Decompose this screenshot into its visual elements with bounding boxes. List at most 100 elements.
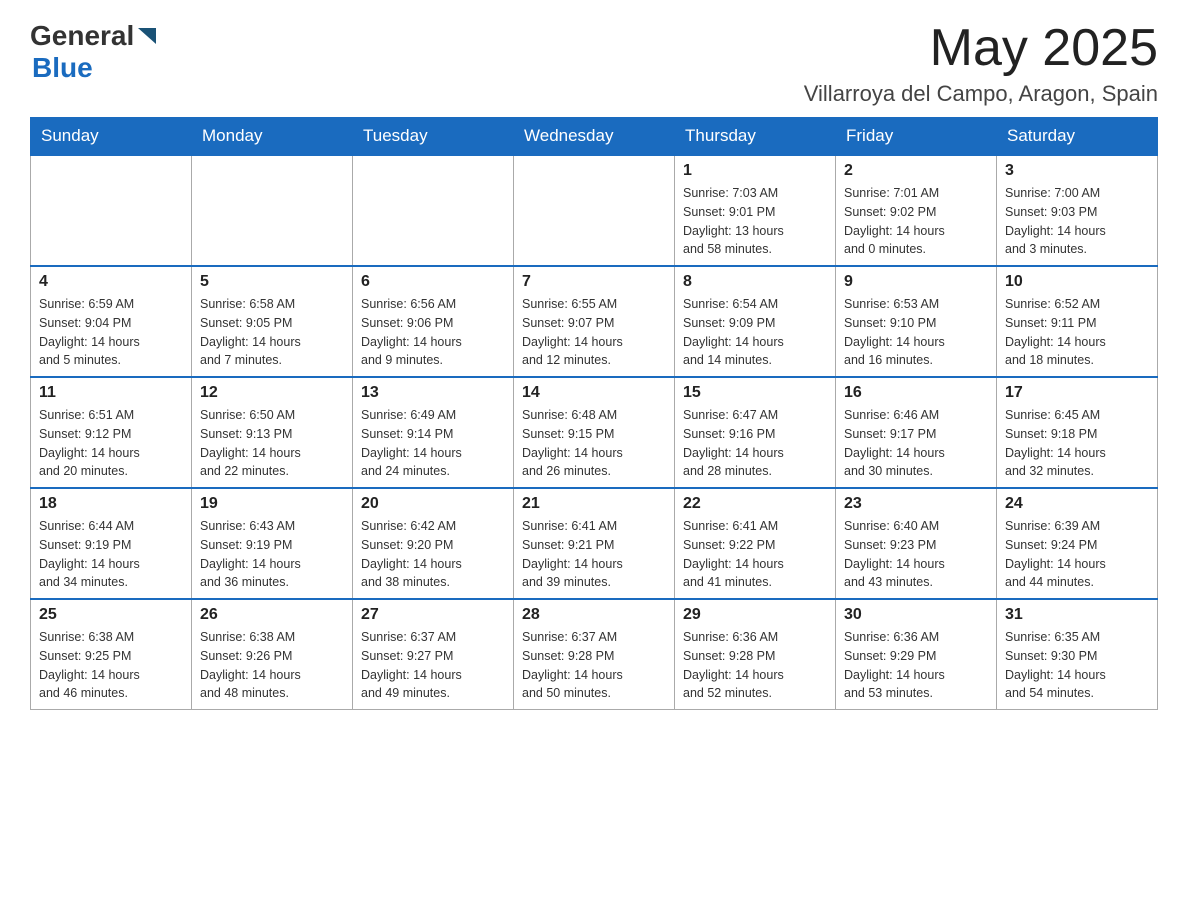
calendar-cell-w2-d4: 8Sunrise: 6:54 AM Sunset: 9:09 PM Daylig… xyxy=(675,266,836,377)
calendar-cell-w1-d6: 3Sunrise: 7:00 AM Sunset: 9:03 PM Daylig… xyxy=(997,155,1158,266)
day-number: 5 xyxy=(200,273,344,291)
day-number: 20 xyxy=(361,495,505,513)
day-info: Sunrise: 6:41 AM Sunset: 9:22 PM Dayligh… xyxy=(683,517,827,592)
day-info: Sunrise: 6:35 AM Sunset: 9:30 PM Dayligh… xyxy=(1005,628,1149,703)
calendar-cell-w5-d0: 25 Sunrise: 6:38 AM Sunset: 9:25 PM Dayli… xyxy=(31,599,192,710)
calendar-week-row-4: 18 Sunrise: 6:44 AM Sunset: 9:19 PM Dayli… xyxy=(31,488,1158,599)
calendar-week-row-3: 11 Sunrise: 6:51 AM Sunset: 9:12 PM Dayli… xyxy=(31,377,1158,488)
month-year-title: May 2025 xyxy=(804,20,1158,77)
calendar-cell-w2-d2: 6 Sunrise: 6:56 AM Sunset: 9:06 PM Daylig… xyxy=(353,266,514,377)
calendar-cell-w2-d1: 5 Sunrise: 6:58 AM Sunset: 9:05 PM Daylig… xyxy=(192,266,353,377)
day-number: 17 xyxy=(1005,384,1149,402)
calendar-cell-w1-d1 xyxy=(192,155,353,266)
day-number: 14 xyxy=(522,384,666,402)
day-number: 16 xyxy=(844,384,988,402)
day-number: 7 xyxy=(522,273,666,291)
calendar-cell-w1-d5: 2Sunrise: 7:01 AM Sunset: 9:02 PM Daylig… xyxy=(836,155,997,266)
day-info: Sunrise: 6:36 AM Sunset: 9:29 PM Dayligh… xyxy=(844,628,988,703)
calendar-table: Sunday Monday Tuesday Wednesday Thursday… xyxy=(30,117,1158,710)
calendar-week-row-2: 4 Sunrise: 6:59 AM Sunset: 9:04 PM Daylig… xyxy=(31,266,1158,377)
calendar-cell-w2-d3: 7 Sunrise: 6:55 AM Sunset: 9:07 PM Daylig… xyxy=(514,266,675,377)
calendar-cell-w3-d6: 17 Sunrise: 6:45 AM Sunset: 9:18 PM Dayli… xyxy=(997,377,1158,488)
calendar-header-row: Sunday Monday Tuesday Wednesday Thursday… xyxy=(31,118,1158,156)
calendar-cell-w2-d6: 10 Sunrise: 6:52 AM Sunset: 9:11 PM Dayli… xyxy=(997,266,1158,377)
calendar-cell-w3-d3: 14 Sunrise: 6:48 AM Sunset: 9:15 PM Dayli… xyxy=(514,377,675,488)
calendar-cell-w5-d4: 29 Sunrise: 6:36 AM Sunset: 9:28 PM Dayli… xyxy=(675,599,836,710)
calendar-cell-w5-d1: 26 Sunrise: 6:38 AM Sunset: 9:26 PM Dayli… xyxy=(192,599,353,710)
day-info: Sunrise: 7:00 AM Sunset: 9:03 PM Dayligh… xyxy=(1005,184,1149,259)
day-number: 21 xyxy=(522,495,666,513)
day-number: 25 xyxy=(39,606,183,624)
day-info: Sunrise: 6:43 AM Sunset: 9:19 PM Dayligh… xyxy=(200,517,344,592)
logo-blue-text: Blue xyxy=(32,52,93,83)
calendar-cell-w4-d3: 21Sunrise: 6:41 AM Sunset: 9:21 PM Dayli… xyxy=(514,488,675,599)
day-number: 13 xyxy=(361,384,505,402)
day-info: Sunrise: 6:47 AM Sunset: 9:16 PM Dayligh… xyxy=(683,406,827,481)
day-info: Sunrise: 7:03 AM Sunset: 9:01 PM Dayligh… xyxy=(683,184,827,259)
calendar-week-row-5: 25 Sunrise: 6:38 AM Sunset: 9:25 PM Dayli… xyxy=(31,599,1158,710)
day-info: Sunrise: 6:51 AM Sunset: 9:12 PM Dayligh… xyxy=(39,406,183,481)
col-friday: Friday xyxy=(836,118,997,156)
col-thursday: Thursday xyxy=(675,118,836,156)
day-number: 1 xyxy=(683,162,827,180)
calendar-cell-w4-d2: 20Sunrise: 6:42 AM Sunset: 9:20 PM Dayli… xyxy=(353,488,514,599)
page-header: General Blue May 2025 Villarroya del Cam… xyxy=(30,20,1158,107)
day-number: 9 xyxy=(844,273,988,291)
day-info: Sunrise: 6:38 AM Sunset: 9:25 PM Dayligh… xyxy=(39,628,183,703)
calendar-cell-w5-d2: 27Sunrise: 6:37 AM Sunset: 9:27 PM Dayli… xyxy=(353,599,514,710)
day-info: Sunrise: 6:50 AM Sunset: 9:13 PM Dayligh… xyxy=(200,406,344,481)
day-info: Sunrise: 6:49 AM Sunset: 9:14 PM Dayligh… xyxy=(361,406,505,481)
day-info: Sunrise: 6:48 AM Sunset: 9:15 PM Dayligh… xyxy=(522,406,666,481)
day-info: Sunrise: 6:37 AM Sunset: 9:27 PM Dayligh… xyxy=(361,628,505,703)
day-info: Sunrise: 6:59 AM Sunset: 9:04 PM Dayligh… xyxy=(39,295,183,370)
calendar-cell-w3-d4: 15 Sunrise: 6:47 AM Sunset: 9:16 PM Dayli… xyxy=(675,377,836,488)
col-tuesday: Tuesday xyxy=(353,118,514,156)
day-number: 29 xyxy=(683,606,827,624)
calendar-cell-w1-d0 xyxy=(31,155,192,266)
calendar-cell-w4-d1: 19 Sunrise: 6:43 AM Sunset: 9:19 PM Dayli… xyxy=(192,488,353,599)
day-info: Sunrise: 6:45 AM Sunset: 9:18 PM Dayligh… xyxy=(1005,406,1149,481)
day-number: 30 xyxy=(844,606,988,624)
day-info: Sunrise: 6:58 AM Sunset: 9:05 PM Dayligh… xyxy=(200,295,344,370)
calendar-cell-w3-d0: 11 Sunrise: 6:51 AM Sunset: 9:12 PM Dayli… xyxy=(31,377,192,488)
calendar-cell-w5-d3: 28 Sunrise: 6:37 AM Sunset: 9:28 PM Dayli… xyxy=(514,599,675,710)
day-info: Sunrise: 6:38 AM Sunset: 9:26 PM Dayligh… xyxy=(200,628,344,703)
day-number: 11 xyxy=(39,384,183,402)
day-info: Sunrise: 6:40 AM Sunset: 9:23 PM Dayligh… xyxy=(844,517,988,592)
calendar-cell-w1-d2 xyxy=(353,155,514,266)
day-number: 19 xyxy=(200,495,344,513)
calendar-cell-w5-d6: 31 Sunrise: 6:35 AM Sunset: 9:30 PM Dayli… xyxy=(997,599,1158,710)
calendar-cell-w4-d5: 23Sunrise: 6:40 AM Sunset: 9:23 PM Dayli… xyxy=(836,488,997,599)
day-number: 18 xyxy=(39,495,183,513)
day-info: Sunrise: 6:44 AM Sunset: 9:19 PM Dayligh… xyxy=(39,517,183,592)
day-info: Sunrise: 6:56 AM Sunset: 9:06 PM Dayligh… xyxy=(361,295,505,370)
calendar-cell-w4-d6: 24Sunrise: 6:39 AM Sunset: 9:24 PM Dayli… xyxy=(997,488,1158,599)
day-number: 28 xyxy=(522,606,666,624)
calendar-cell-w1-d4: 1 Sunrise: 7:03 AM Sunset: 9:01 PM Daylig… xyxy=(675,155,836,266)
day-info: Sunrise: 6:46 AM Sunset: 9:17 PM Dayligh… xyxy=(844,406,988,481)
day-number: 31 xyxy=(1005,606,1149,624)
day-info: Sunrise: 6:39 AM Sunset: 9:24 PM Dayligh… xyxy=(1005,517,1149,592)
calendar-week-row-1: 1 Sunrise: 7:03 AM Sunset: 9:01 PM Daylig… xyxy=(31,155,1158,266)
col-sunday: Sunday xyxy=(31,118,192,156)
day-number: 4 xyxy=(39,273,183,291)
logo-triangle-icon xyxy=(138,28,156,44)
day-info: Sunrise: 6:37 AM Sunset: 9:28 PM Dayligh… xyxy=(522,628,666,703)
day-number: 10 xyxy=(1005,273,1149,291)
calendar-cell-w5-d5: 30 Sunrise: 6:36 AM Sunset: 9:29 PM Dayli… xyxy=(836,599,997,710)
day-number: 8 xyxy=(683,273,827,291)
day-number: 2 xyxy=(844,162,988,180)
title-block: May 2025 Villarroya del Campo, Aragon, S… xyxy=(804,20,1158,107)
day-number: 26 xyxy=(200,606,344,624)
day-info: Sunrise: 6:36 AM Sunset: 9:28 PM Dayligh… xyxy=(683,628,827,703)
day-number: 15 xyxy=(683,384,827,402)
day-info: Sunrise: 6:55 AM Sunset: 9:07 PM Dayligh… xyxy=(522,295,666,370)
calendar-cell-w4-d4: 22 Sunrise: 6:41 AM Sunset: 9:22 PM Dayli… xyxy=(675,488,836,599)
calendar-cell-w2-d5: 9Sunrise: 6:53 AM Sunset: 9:10 PM Daylig… xyxy=(836,266,997,377)
col-wednesday: Wednesday xyxy=(514,118,675,156)
logo-general-text: General xyxy=(30,20,134,52)
day-info: Sunrise: 6:52 AM Sunset: 9:11 PM Dayligh… xyxy=(1005,295,1149,370)
day-number: 22 xyxy=(683,495,827,513)
calendar-cell-w4-d0: 18 Sunrise: 6:44 AM Sunset: 9:19 PM Dayli… xyxy=(31,488,192,599)
day-number: 6 xyxy=(361,273,505,291)
